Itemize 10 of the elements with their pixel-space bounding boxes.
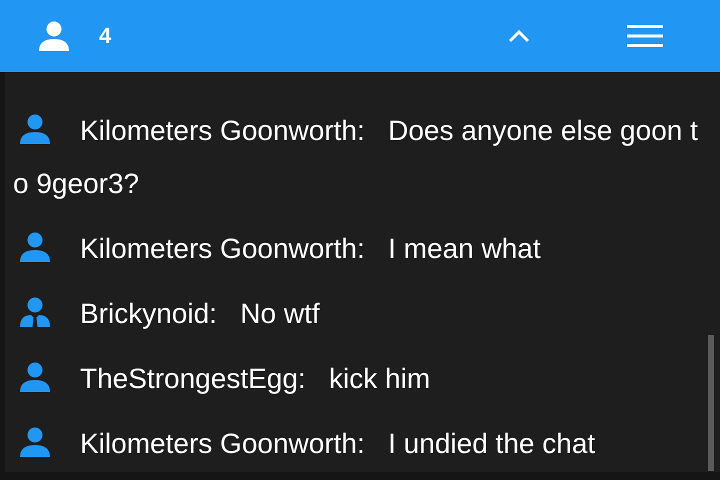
chat-message: Kilometers Goonworth: I undied the chat bbox=[80, 428, 596, 459]
chat-message: Brickynoid: No wtf bbox=[80, 298, 320, 329]
user-icon bbox=[37, 21, 71, 51]
caret-up-icon[interactable] bbox=[507, 28, 531, 44]
member-count: 4 bbox=[99, 23, 112, 49]
scrollbar[interactable] bbox=[708, 335, 714, 471]
chat-message: TheStrongestEgg: kick him bbox=[80, 363, 430, 394]
chat-message: Kilometers Goonworth: I mean what bbox=[80, 233, 541, 264]
chat-message: Kilometers Goonworth: Does anyone else goon to 9geor3? bbox=[13, 115, 698, 199]
menu-icon[interactable] bbox=[627, 24, 663, 48]
